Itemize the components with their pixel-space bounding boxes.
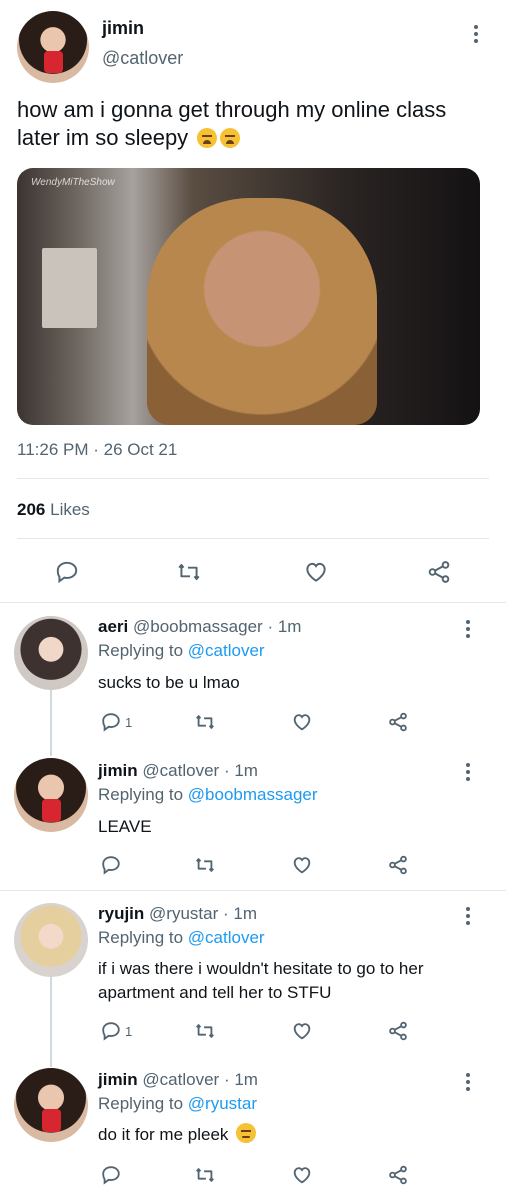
- replying-to-link[interactable]: @boobmassager: [188, 785, 318, 804]
- retweet-icon[interactable]: [193, 1020, 217, 1042]
- like-icon[interactable]: [290, 854, 314, 876]
- reply-icon[interactable]: [100, 854, 122, 876]
- tired-face-emoji: [220, 128, 241, 148]
- like-icon[interactable]: [290, 711, 314, 733]
- like-icon[interactable]: [290, 1020, 314, 1042]
- reply-author-handle[interactable]: @catlover: [142, 1070, 219, 1089]
- pleading-face-emoji: [236, 1123, 257, 1143]
- reply-time: · 1m: [223, 1070, 258, 1089]
- author-handle[interactable]: @catlover: [102, 48, 183, 69]
- reply-header: aeri @boobmassager · 1m: [98, 617, 301, 637]
- reply-time: · 1m: [222, 904, 257, 923]
- background-panel: [42, 248, 97, 328]
- avatar[interactable]: [14, 758, 88, 832]
- replying-to-link[interactable]: @ryustar: [188, 1094, 257, 1113]
- reply-count: 1: [125, 1024, 133, 1039]
- replying-to-link[interactable]: @catlover: [188, 928, 265, 947]
- reply-text: if i was there i wouldn't hesitate to go…: [98, 959, 424, 1002]
- retweet-icon[interactable]: [174, 559, 204, 585]
- reply-text: LEAVE: [98, 817, 152, 836]
- reply-author-name[interactable]: ryujin: [98, 904, 144, 923]
- reply-author-handle[interactable]: @boobmassager: [133, 617, 263, 636]
- tweet-timestamp[interactable]: 11:26 PM · 26 Oct 21: [17, 440, 177, 460]
- more-icon[interactable]: [464, 763, 472, 784]
- reply-count: 1: [125, 715, 133, 730]
- photo-subject: [147, 198, 377, 425]
- reply-author-name[interactable]: aeri: [98, 617, 128, 636]
- retweet-icon[interactable]: [193, 1164, 217, 1186]
- retweet-icon[interactable]: [193, 854, 217, 876]
- divider: [17, 538, 489, 539]
- tweet-text: how am i gonna get through my online cla…: [17, 97, 447, 150]
- replying-to-link[interactable]: @catlover: [188, 641, 265, 660]
- reply-icon[interactable]: [100, 1164, 122, 1186]
- reply-text: do it for me pleek: [98, 1123, 478, 1147]
- likes-count: 206: [17, 500, 46, 519]
- share-icon[interactable]: [386, 854, 410, 876]
- share-icon[interactable]: [386, 711, 410, 733]
- share-icon[interactable]: [425, 559, 453, 585]
- avatar[interactable]: [17, 11, 89, 83]
- likes-stat[interactable]: 206 Likes: [17, 500, 90, 520]
- reply-header: jimin @catlover · 1m: [98, 761, 258, 781]
- more-icon[interactable]: [464, 1073, 472, 1094]
- avatar[interactable]: [14, 903, 88, 977]
- reply-author-handle[interactable]: @ryustar: [149, 904, 218, 923]
- replying-to: Replying to @ryustar: [98, 1094, 258, 1113]
- share-icon[interactable]: [386, 1020, 410, 1042]
- reply-text: sucks to be u lmao: [98, 673, 240, 692]
- reply-author-handle[interactable]: @catlover: [142, 761, 219, 780]
- thread-line: [50, 688, 52, 756]
- like-icon[interactable]: [302, 559, 330, 585]
- divider: [0, 602, 506, 603]
- tired-face-emoji: [197, 128, 218, 148]
- reply-header: jimin @catlover · 1m: [98, 1070, 258, 1090]
- reply-header: ryujin @ryustar · 1m: [98, 904, 257, 924]
- reply-icon[interactable]: [100, 1020, 122, 1042]
- reply-author-name[interactable]: jimin: [98, 1070, 138, 1089]
- likes-label: Likes: [50, 500, 90, 519]
- like-icon[interactable]: [290, 1164, 314, 1186]
- more-icon[interactable]: [464, 620, 472, 641]
- retweet-icon[interactable]: [193, 711, 217, 733]
- divider: [17, 478, 489, 479]
- share-icon[interactable]: [386, 1164, 410, 1186]
- replying-to: Replying to @catlover: [98, 928, 265, 947]
- reply-icon[interactable]: [53, 559, 81, 585]
- replying-to: Replying to @catlover: [98, 641, 265, 660]
- more-icon[interactable]: [464, 907, 472, 928]
- avatar[interactable]: [14, 1068, 88, 1142]
- reply-icon[interactable]: [100, 711, 122, 733]
- author-name[interactable]: jimin: [102, 18, 144, 39]
- avatar[interactable]: [14, 616, 88, 690]
- media-watermark: WendyMiTheShow: [31, 177, 115, 188]
- reply-author-name[interactable]: jimin: [98, 761, 138, 780]
- divider: [0, 890, 506, 891]
- more-icon[interactable]: [472, 25, 480, 46]
- reply-time: · 1m: [267, 617, 302, 636]
- tweet-media-image[interactable]: WendyMiTheShow: [17, 168, 480, 425]
- replying-to: Replying to @boobmassager: [98, 785, 318, 804]
- reply-time: · 1m: [223, 761, 258, 780]
- thread-line: [50, 975, 52, 1067]
